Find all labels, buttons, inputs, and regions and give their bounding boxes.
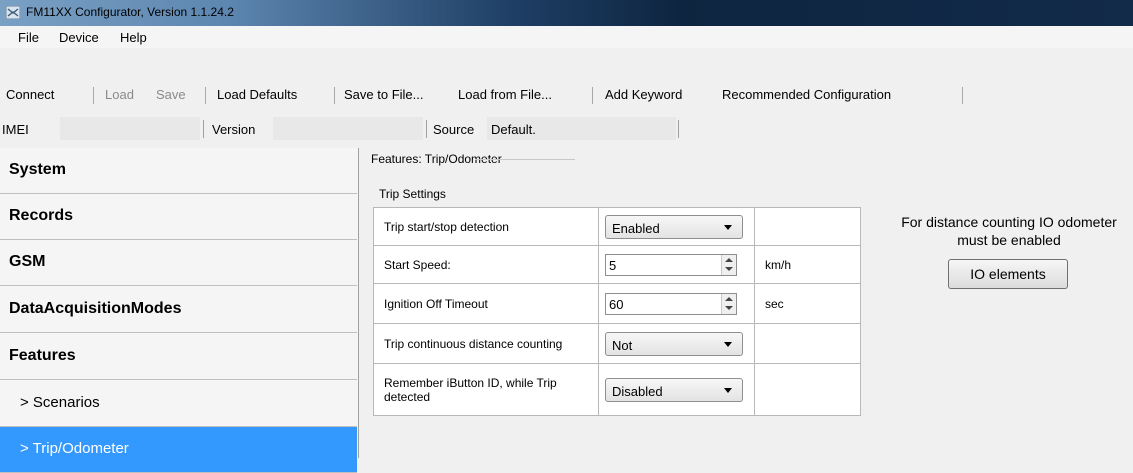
sidebar-item-scenarios[interactable]: > Scenarios: [0, 381, 357, 427]
toolbar-separator: [962, 87, 963, 104]
sidebar-item-gsm[interactable]: GSM: [0, 240, 357, 286]
info-separator: [203, 120, 204, 138]
sidebar-item-label: > Trip/Odometer: [20, 440, 129, 457]
spin-buttons[interactable]: [721, 293, 736, 314]
table-row: Trip continuous distance counting Not: [373, 323, 861, 364]
setting-unit: km/h: [754, 245, 861, 284]
spin-down-icon[interactable]: [725, 266, 733, 271]
chevron-down-icon: [724, 341, 732, 347]
trip-detection-select[interactable]: Enabled: [605, 214, 743, 239]
sidebar-item-label: System: [9, 161, 66, 178]
setting-label: Remember iButton ID, while Trip detected: [373, 363, 599, 416]
setting-label: Trip start/stop detection: [373, 207, 599, 246]
setting-control-cell: Not: [598, 323, 755, 364]
table-row: Ignition Off Timeout 60 sec: [373, 283, 861, 324]
io-elements-button[interactable]: IO elements: [948, 259, 1068, 289]
menu-device[interactable]: Device: [59, 30, 99, 45]
source-label: Source: [433, 122, 475, 137]
select-value: Enabled: [612, 220, 660, 236]
spin-up-icon[interactable]: [725, 257, 733, 262]
sidebar-item-system[interactable]: System: [0, 148, 357, 194]
toolbar-separator: [592, 87, 593, 104]
connect-button[interactable]: Connect: [6, 87, 54, 102]
stepper-value: 5: [609, 257, 617, 273]
sidebar-item-dataacquisitionmodes[interactable]: DataAcquisitionModes: [0, 287, 357, 333]
setting-control-cell: 60: [598, 283, 755, 324]
recommended-configuration-button[interactable]: Recommended Configuration: [722, 87, 891, 102]
toolbar-separator: [334, 87, 335, 104]
sidebar-navigation: System Records GSM DataAcquisitionModes …: [0, 148, 359, 473]
spin-buttons[interactable]: [721, 254, 736, 275]
section-title: Trip Settings: [379, 187, 446, 201]
info-separator: [678, 120, 679, 138]
setting-label: Start Speed:: [373, 245, 599, 284]
sidebar-item-label: Features: [9, 347, 76, 364]
ibutton-remember-select[interactable]: Disabled: [605, 377, 743, 402]
app-icon: [6, 6, 20, 19]
save-button[interactable]: Save: [156, 87, 186, 102]
table-row: Remember iButton ID, while Trip detected…: [373, 363, 861, 416]
setting-unit: sec: [754, 283, 861, 324]
setting-unit: [754, 323, 861, 364]
chevron-down-icon: [724, 387, 732, 393]
menu-file[interactable]: File: [18, 30, 39, 45]
sidebar-item-label: Records: [9, 207, 74, 224]
chevron-down-icon: [724, 224, 732, 230]
odometer-note: For distance counting IO odometer must b…: [901, 214, 1117, 248]
select-value: Disabled: [612, 383, 663, 399]
imei-value: [60, 117, 200, 140]
setting-label: Ignition Off Timeout: [373, 283, 599, 324]
ignition-timeout-stepper[interactable]: 60: [605, 292, 737, 315]
stepper-value: 60: [609, 296, 624, 312]
info-separator: [426, 120, 427, 138]
load-button[interactable]: Load: [105, 87, 134, 102]
setting-unit: [754, 207, 861, 246]
sidebar-item-label: > Scenarios: [20, 394, 100, 411]
menu-bar: File Device Help: [0, 26, 1133, 48]
sidebar-item-label: DataAcquisitionModes: [9, 300, 182, 317]
title-bar: FM11XX Configurator, Version 1.1.24.2: [0, 0, 1133, 26]
sidebar-item-records[interactable]: Records: [0, 194, 357, 240]
device-info-bar: IMEI Version Source Default.: [0, 117, 1133, 141]
spin-down-icon[interactable]: [725, 305, 733, 310]
load-from-file-button[interactable]: Load from File...: [458, 87, 552, 102]
window-title: FM11XX Configurator, Version 1.1.24.2: [26, 5, 234, 19]
toolbar-separator: [93, 87, 94, 104]
table-row: Trip start/stop detection Enabled: [373, 207, 861, 246]
continuous-distance-select[interactable]: Not: [605, 331, 743, 356]
setting-control-cell: Disabled: [598, 363, 755, 416]
spin-up-icon[interactable]: [725, 296, 733, 301]
add-keyword-button[interactable]: Add Keyword: [605, 87, 682, 102]
setting-control-cell: 5: [598, 245, 755, 284]
imei-label: IMEI: [2, 122, 29, 137]
source-value: Default.: [487, 117, 676, 140]
save-to-file-button[interactable]: Save to File...: [344, 87, 423, 102]
setting-unit: [754, 363, 861, 416]
menu-help[interactable]: Help: [120, 30, 147, 45]
sidebar-item-features[interactable]: Features: [0, 334, 357, 380]
trip-settings-table: Trip start/stop detection Enabled Start …: [373, 207, 861, 416]
sidebar-item-label: GSM: [9, 253, 46, 270]
table-row: Start Speed: 5 km/h: [373, 245, 861, 284]
version-value: [273, 117, 423, 140]
setting-label: Trip continuous distance counting: [373, 323, 599, 364]
load-defaults-button[interactable]: Load Defaults: [217, 87, 297, 102]
group-divider: [475, 159, 575, 160]
start-speed-stepper[interactable]: 5: [605, 253, 737, 276]
version-label: Version: [212, 122, 256, 137]
select-value: Not: [612, 337, 633, 353]
toolbar-separator: [205, 87, 206, 104]
toolbar: Connect Load Save Load Defaults Save to …: [0, 82, 1133, 108]
setting-control-cell: Enabled: [598, 207, 755, 246]
sidebar-item-trip-odometer[interactable]: > Trip/Odometer: [0, 427, 357, 473]
